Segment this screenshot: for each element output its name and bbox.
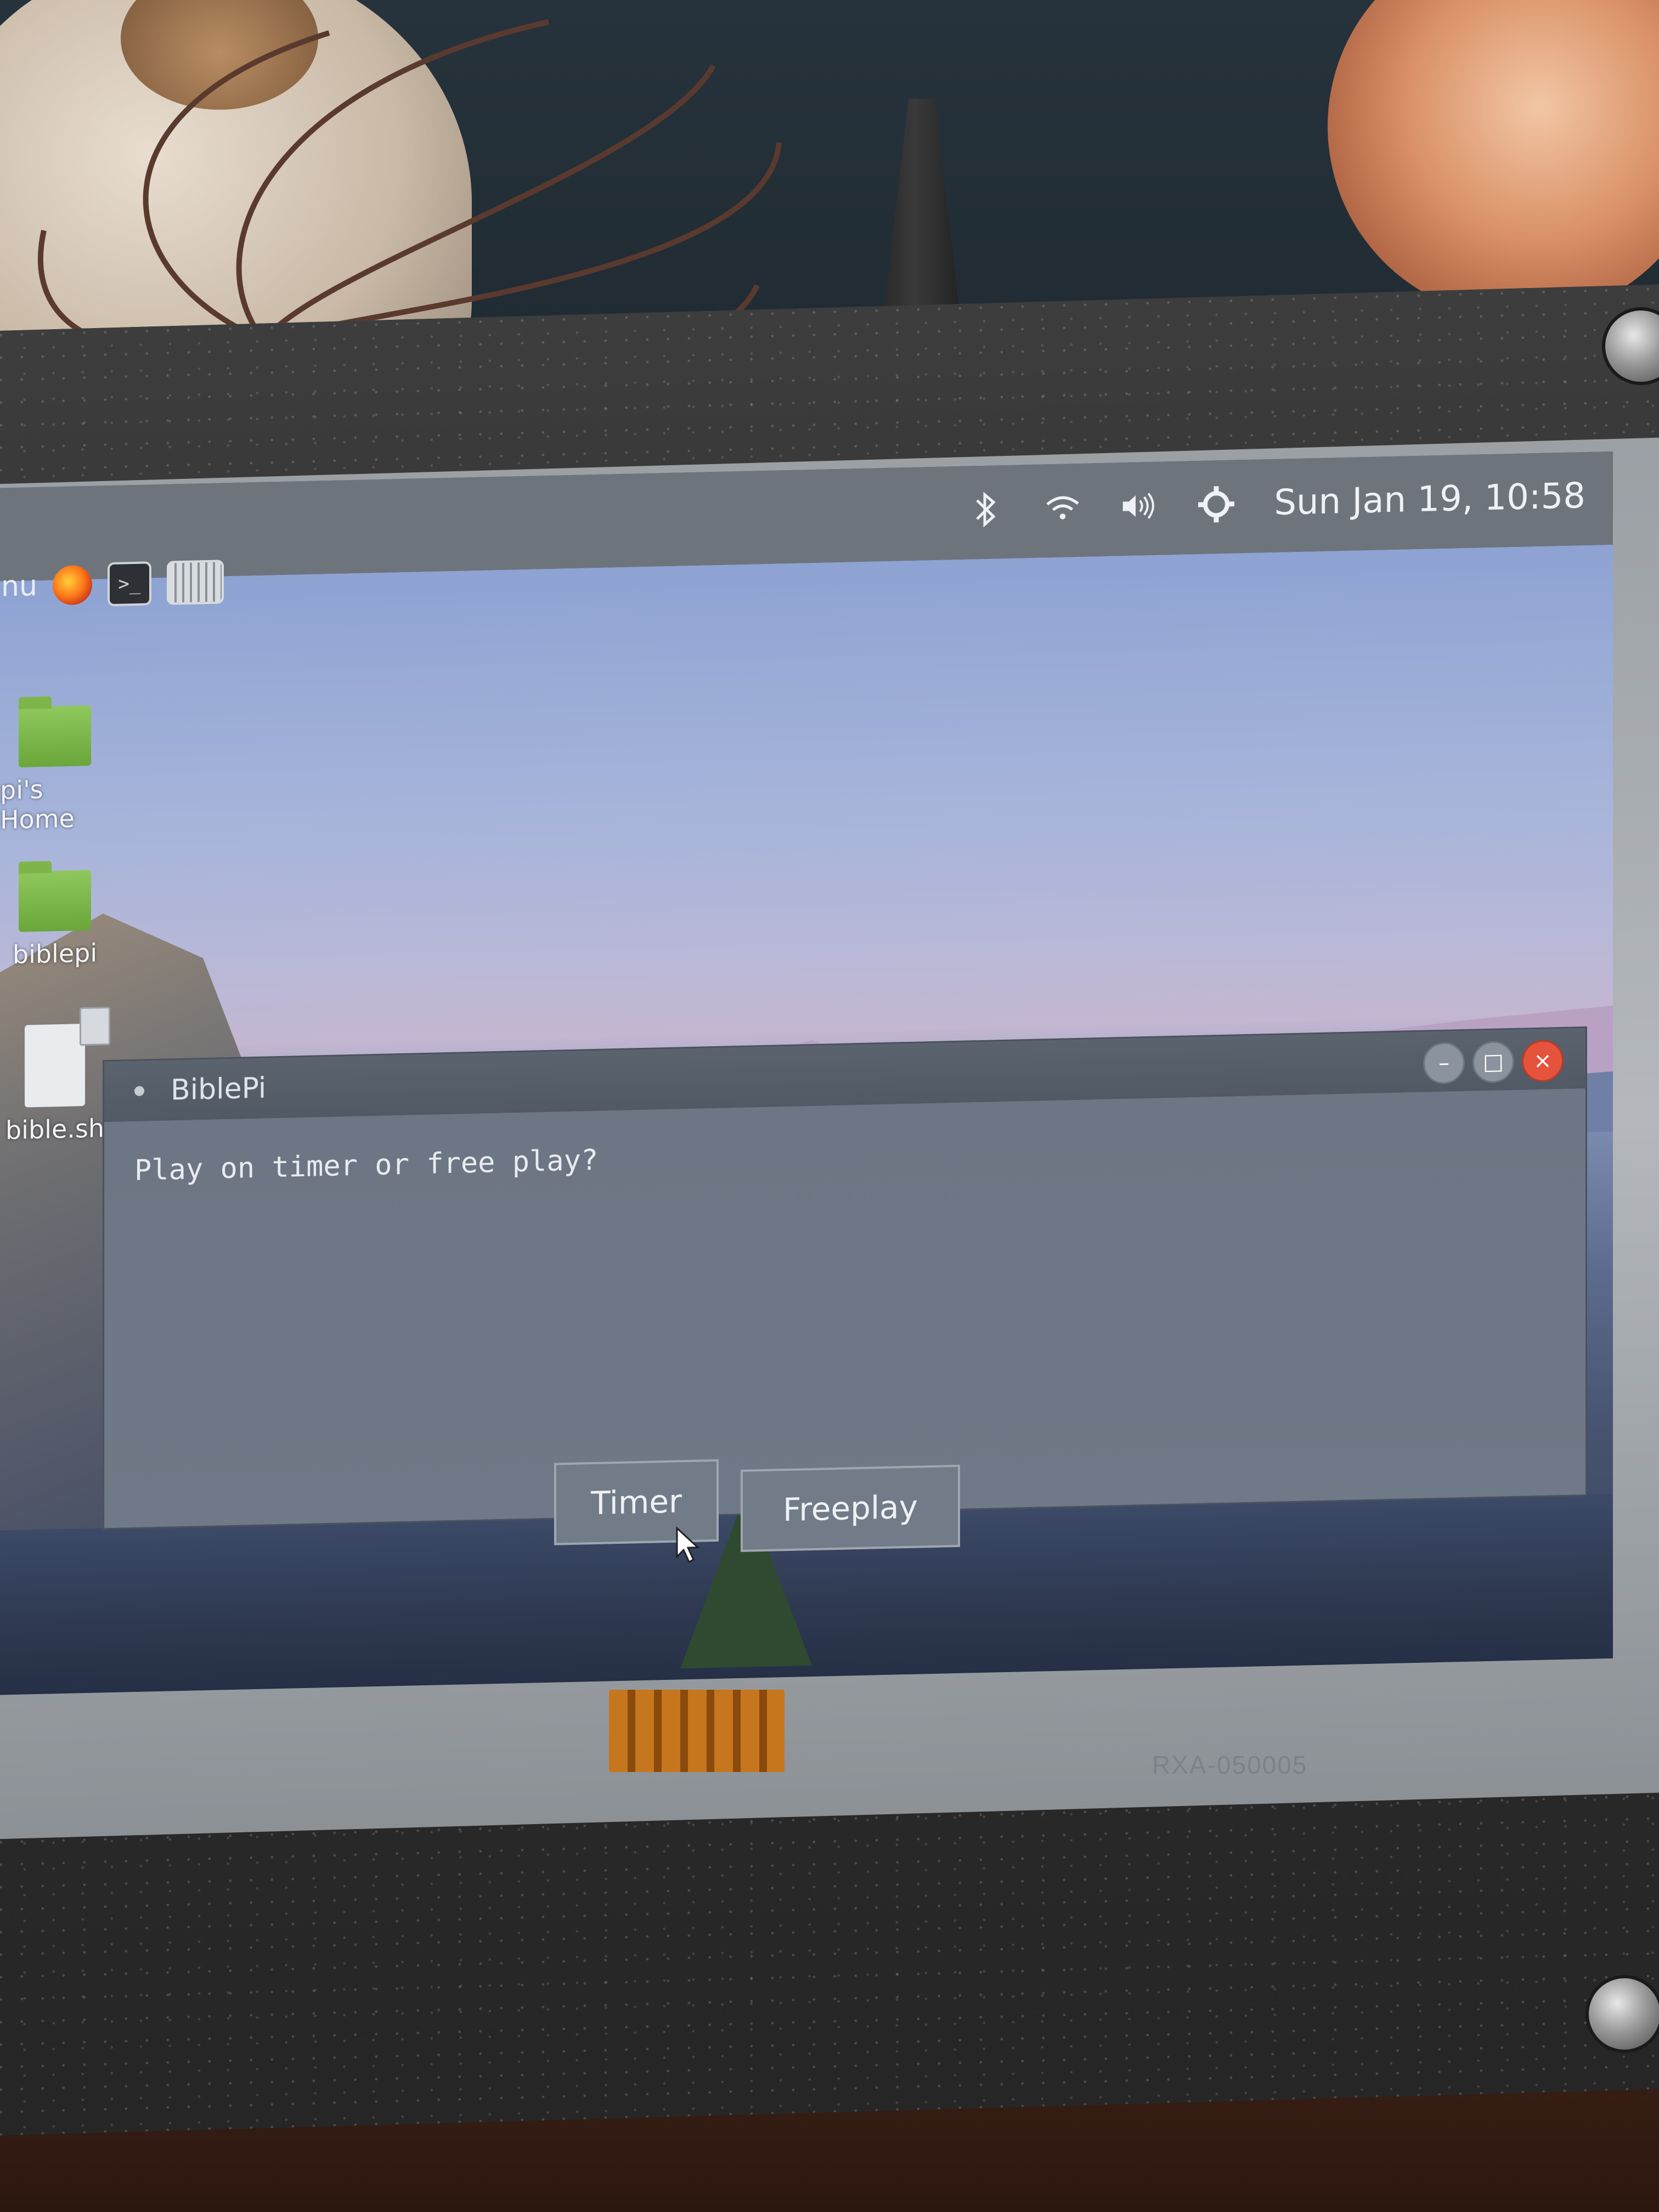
terminal-icon[interactable]: >_ (107, 561, 151, 607)
system-tray: Sun Jan 19, 10:58 (967, 469, 1585, 538)
maximize-button[interactable]: □ (1472, 1040, 1514, 1084)
panel-label: RXA-050005 (1152, 1751, 1308, 1779)
biblepi-dialog: BiblePi – □ × Play on timer or free play… (104, 1028, 1585, 1564)
desktop-icon-biblepi[interactable]: biblepi (0, 870, 110, 970)
file-badge-icon (80, 1006, 110, 1046)
launcher-bar: enu >_ (0, 549, 224, 620)
dialog-body: Play on timer or free play? Timer Freepl… (104, 1088, 1585, 1564)
folder-icon (19, 870, 91, 932)
desktop-screen: Sun Jan 19, 10:58 enu >_ pi's Home bible… (0, 451, 1613, 1696)
keyboard-icon[interactable] (166, 560, 224, 605)
window-icon (134, 1086, 144, 1096)
dialog-message: Play on timer or free play? (134, 1143, 599, 1187)
firefox-icon[interactable] (52, 565, 92, 606)
script-file-icon (25, 1006, 110, 1108)
dialog-title: BiblePi (171, 1071, 267, 1107)
clock[interactable]: Sun Jan 19, 10:58 (1274, 476, 1585, 523)
desktop-icon-bible-sh[interactable]: bible.sh (0, 1006, 110, 1146)
bluetooth-icon[interactable] (967, 490, 1005, 529)
desktop-icon-home[interactable]: pi's Home (0, 705, 110, 835)
window-controls: – □ × (1423, 1039, 1564, 1085)
ribbon-cable (609, 1690, 785, 1772)
home-folder-icon (19, 705, 91, 768)
desktop-icon-label: pi's Home (0, 774, 75, 835)
mouse-cursor-icon (676, 1526, 700, 1564)
desktop-icon-label: bible.sh (5, 1113, 104, 1146)
screw-bottom-right (1585, 1975, 1659, 2053)
desktop-icon-label: biblepi (12, 938, 98, 970)
freeplay-button[interactable]: Freeplay (741, 1464, 960, 1552)
menu-button[interactable]: enu (0, 569, 37, 603)
volume-icon[interactable] (1120, 487, 1159, 526)
close-button[interactable]: × (1522, 1039, 1564, 1082)
minimize-button[interactable]: – (1423, 1041, 1465, 1085)
settings-gear-icon[interactable] (1197, 484, 1235, 524)
wifi-icon[interactable] (1043, 488, 1082, 528)
